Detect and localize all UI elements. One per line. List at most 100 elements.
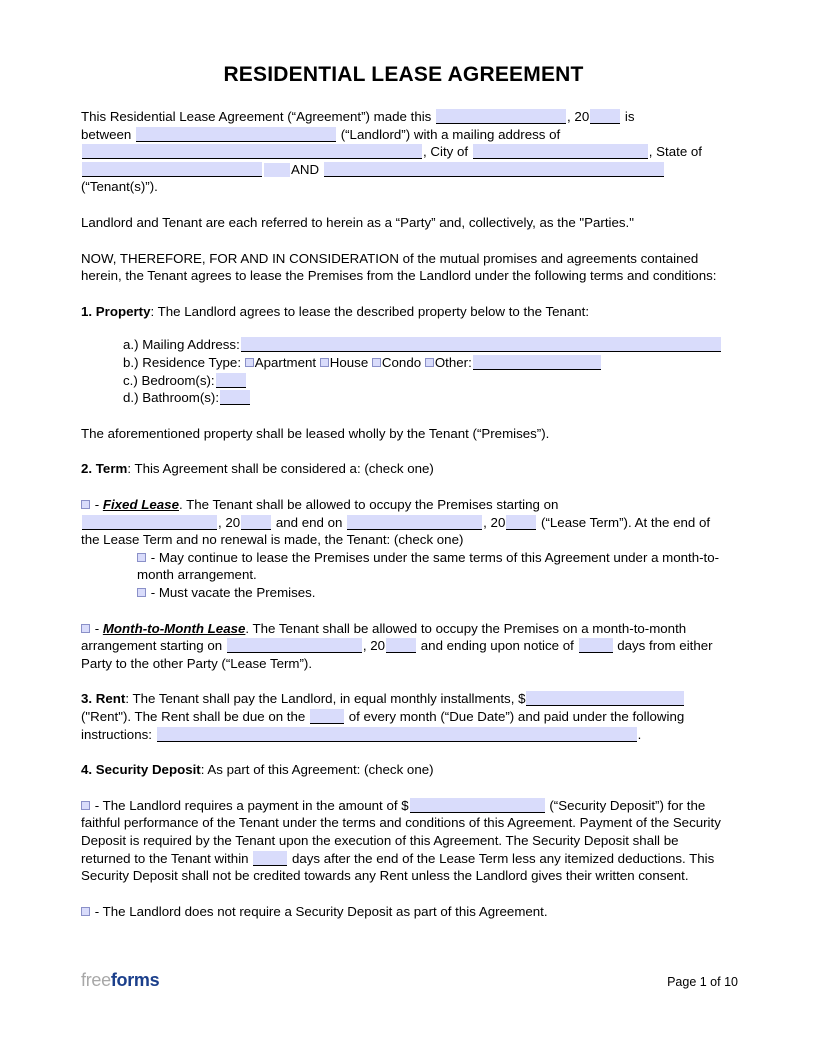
intro-line1-text: This Residential Lease Agreement (“Agree… — [81, 109, 432, 125]
fixed-lease-option: - Fixed Lease. The Tenant shall be allow… — [81, 496, 726, 549]
fixed-lease-text-1: . The Tenant shall be allowed to occupy … — [178, 497, 559, 512]
intro-year-prefix: , 20 — [567, 109, 590, 125]
section-2-intro: : This Agreement shall be considered a: … — [127, 461, 434, 477]
rent-due-date-field[interactable] — [310, 708, 344, 724]
section-4-heading: 4. Security Deposit: As part of this Agr… — [81, 761, 726, 779]
checkbox-fixed-lease[interactable] — [81, 500, 90, 509]
and-spacer — [264, 162, 290, 177]
property-mailing-address-field[interactable] — [240, 337, 721, 353]
section-1-closing: The aforementioned property shall be lea… — [81, 425, 550, 441]
fixed-lease-end-year-field[interactable] — [506, 514, 537, 530]
checkbox-continue-month-to-month[interactable] — [137, 552, 146, 562]
rent-amount-field[interactable] — [526, 691, 685, 707]
section-4-intro: : As part of this Agreement: (check one) — [200, 762, 434, 778]
page-footer: freeforms Page 1 of 10 — [81, 970, 738, 994]
intro-and-label: AND — [291, 161, 320, 177]
section-2-number: 2. Term — [81, 461, 128, 477]
residence-type-apartment-label: Apartment — [254, 355, 317, 371]
month-to-month-text-3: and ending upon notice of — [420, 638, 574, 654]
section-1-intro: : The Landlord agrees to lease the descr… — [150, 303, 590, 319]
section-3-text-4: . — [637, 726, 642, 742]
agreement-day-field[interactable] — [436, 109, 567, 125]
checkbox-security-deposit-not-required[interactable] — [81, 906, 90, 916]
property-bedrooms-row: c.) Bedroom(s): — [123, 372, 726, 390]
fixed-lease-suboption-2-label: - Must vacate the Premises. — [150, 584, 316, 600]
parties-clause: Landlord and Tenant are each referred to… — [81, 215, 634, 231]
checkbox-condo[interactable] — [371, 358, 381, 368]
residence-type-other-field[interactable] — [472, 355, 601, 371]
intro-between-label: between — [81, 126, 132, 142]
security-deposit-amount-field[interactable] — [409, 797, 545, 813]
month-to-month-title: Month-to-Month Lease — [102, 620, 246, 636]
checkbox-month-to-month-lease[interactable] — [81, 623, 90, 633]
residence-type-condo-label: Condo — [381, 355, 422, 371]
section-4-number: 4. Security Deposit — [81, 762, 201, 778]
section-3-text-2: ("Rent"). The Rent shall be due on the — [81, 708, 306, 724]
month-to-month-start-year-field[interactable] — [386, 638, 417, 654]
fixed-lease-start-date-field[interactable] — [82, 514, 217, 530]
section-1-heading: 1. Property: The Landlord agrees to leas… — [81, 303, 726, 321]
property-bedrooms-label: c.) Bedroom(s): — [123, 372, 215, 388]
section-1-items: a.) Mailing Address: b.) Residence Type:… — [81, 336, 726, 406]
checkbox-must-vacate[interactable] — [137, 587, 146, 597]
property-bathrooms-row: d.) Bathroom(s): — [123, 389, 726, 407]
document-content: RESIDENTIAL LEASE AGREEMENT This Residen… — [81, 0, 726, 920]
logo-text-free: free — [81, 970, 111, 990]
section-3-number: 3. Rent — [81, 691, 126, 707]
property-mailing-address-label: a.) Mailing Address: — [123, 337, 240, 353]
document-page: RESIDENTIAL LEASE AGREEMENT This Residen… — [0, 0, 819, 1044]
fixed-lease-suboption-2: - Must vacate the Premises. — [137, 584, 726, 602]
section-1-number: 1. Property — [81, 303, 151, 319]
fixed-lease-title: Fixed Lease — [102, 497, 179, 512]
security-deposit-required-text-1: The Landlord requires a payment in the a… — [102, 797, 409, 813]
month-to-month-dash: - — [94, 620, 100, 636]
security-deposit-return-days-field[interactable] — [253, 850, 288, 866]
checkbox-house[interactable] — [319, 358, 329, 368]
landlord-address-field[interactable] — [82, 144, 422, 160]
page-title: RESIDENTIAL LEASE AGREEMENT — [223, 63, 584, 86]
residence-type-other-label: Other: — [434, 355, 472, 371]
logo-text-forms: forms — [110, 970, 160, 990]
intro-state-label: , State of — [648, 144, 703, 160]
rent-instructions-field[interactable] — [156, 726, 637, 742]
agreement-year-field[interactable] — [590, 109, 621, 125]
tenant-name-field[interactable] — [323, 161, 664, 177]
intro-tenant-tail: (“Tenant(s)”). — [81, 179, 158, 195]
landlord-city-field[interactable] — [472, 144, 648, 160]
fixed-lease-suboption-1: - May continue to lease the Premises und… — [137, 549, 726, 584]
checkbox-apartment[interactable] — [244, 358, 254, 368]
month-to-month-start-date-field[interactable] — [226, 638, 362, 654]
fixed-lease-dash: - — [94, 497, 100, 512]
intro-city-label: , City of — [423, 144, 469, 160]
fixed-lease-text-2: , 20 — [218, 514, 241, 530]
residence-type-house-label: House — [329, 355, 369, 371]
security-deposit-required-dash: - — [94, 797, 100, 813]
property-mailing-address-row: a.) Mailing Address: — [123, 336, 726, 354]
fixed-lease-start-year-field[interactable] — [241, 514, 272, 530]
security-deposit-not-required-text: The Landlord does not require a Security… — [102, 903, 548, 919]
month-to-month-notice-days-field[interactable] — [578, 638, 613, 654]
fixed-lease-end-date-field[interactable] — [347, 514, 483, 530]
intro-line1-tail: is — [624, 109, 635, 125]
property-bathrooms-field[interactable] — [220, 390, 251, 406]
page-number: Page 1 of 10 — [667, 975, 738, 989]
property-bathrooms-label: d.) Bathroom(s): — [123, 390, 220, 406]
fixed-lease-suboptions: - May continue to lease the Premises und… — [81, 549, 726, 602]
consideration-clause: NOW, THEREFORE, FOR AND IN CONSIDERATION… — [81, 250, 717, 284]
property-residence-type-row: b.) Residence Type: Apartment House Cond… — [123, 354, 726, 372]
fixed-lease-text-4: , 20 — [483, 514, 506, 530]
property-bedrooms-field[interactable] — [215, 372, 246, 388]
month-to-month-text-2: , 20 — [362, 638, 386, 654]
landlord-name-field[interactable] — [135, 126, 336, 142]
checkbox-other[interactable] — [424, 358, 434, 368]
intro-landlord-tail: (“Landlord”) with a mailing address of — [340, 126, 561, 142]
security-deposit-required-option: - The Landlord requires a payment in the… — [81, 797, 726, 885]
month-to-month-option: - Month-to-Month Lease. The Tenant shall… — [81, 620, 726, 673]
section-3-text-1: : The Tenant shall pay the Landlord, in … — [125, 691, 526, 707]
intro-paragraph: This Residential Lease Agreement (“Agree… — [81, 108, 726, 196]
security-deposit-not-required-dash: - — [94, 903, 100, 919]
security-deposit-not-required-option: - The Landlord does not require a Securi… — [81, 903, 726, 921]
landlord-state-field[interactable] — [82, 161, 262, 177]
freeforms-logo: freeforms — [81, 970, 160, 991]
checkbox-security-deposit-required[interactable] — [81, 800, 90, 810]
